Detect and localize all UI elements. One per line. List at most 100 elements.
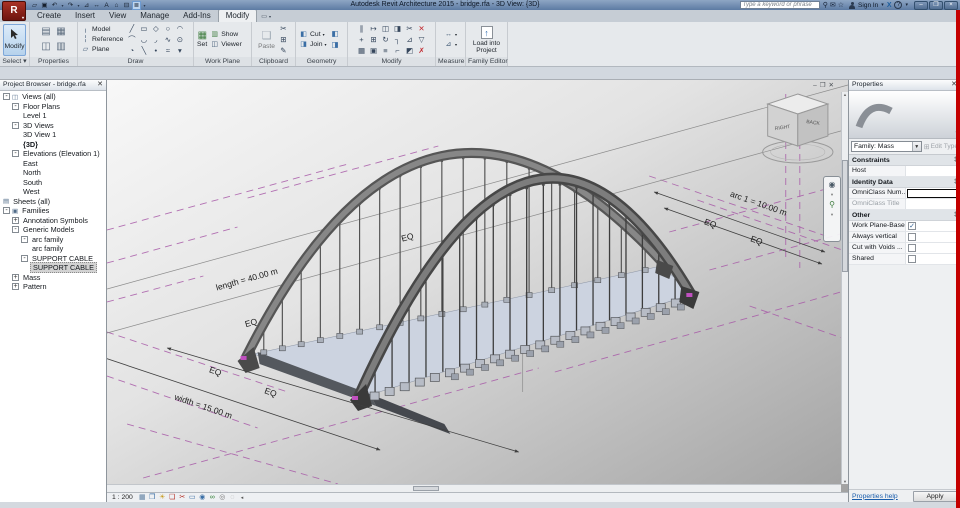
sun-path-icon[interactable]: ☀ (158, 493, 167, 502)
draw-model-button[interactable]: ╷ Model (81, 25, 123, 34)
draw-tool-tangent-arc-icon[interactable]: ◡ (138, 35, 149, 45)
viewport-close-icon[interactable]: ✕ (829, 82, 834, 89)
sign-in-button[interactable]: Sign In (858, 2, 878, 9)
draw-tool-center-ends-arc-icon[interactable]: ⌒ (126, 35, 137, 45)
cut-geometry-button[interactable]: ◧ Cut ▾ (299, 30, 326, 39)
draw-tool-pick-lines-icon[interactable]: ╲ (138, 46, 149, 56)
modify-tool-mirror-pick-icon[interactable]: ◨ (392, 24, 403, 34)
ribbon-display-arrow-icon[interactable]: ▾ (269, 14, 271, 19)
tree-item-south[interactable]: South (0, 178, 106, 188)
dropdown-icon[interactable]: ▾ (455, 30, 457, 39)
favorites-icon[interactable]: ☆ (838, 2, 844, 9)
show-work-plane-button[interactable]: ▥ Show (210, 30, 242, 39)
set-work-plane-button[interactable]: ▦ Set (197, 30, 207, 49)
tab-manage[interactable]: Manage (133, 10, 176, 22)
qat-measure-icon[interactable]: ⊿ (82, 1, 91, 10)
collapse-icon[interactable]: - (12, 226, 19, 234)
paste-button[interactable]: ❑ Paste (258, 29, 275, 50)
search-input[interactable] (739, 1, 820, 9)
tree-item-east[interactable]: East (0, 159, 106, 169)
draw-tool-spline-icon[interactable]: ∿ (162, 35, 173, 45)
tree-item-support-cable[interactable]: SUPPORT CABLE (0, 262, 106, 274)
modify-tool-mirror-axis-icon[interactable]: ◫ (380, 24, 391, 34)
tree-item-arc-family[interactable]: arc family (0, 244, 106, 254)
minimize-button[interactable]: – (914, 0, 928, 10)
edit-type-button[interactable]: ⊞ Edit Type (924, 143, 958, 151)
visual-style-icon[interactable]: ❒ (148, 493, 157, 502)
apply-button[interactable]: Apply (913, 490, 957, 502)
scroll-up-icon[interactable]: ▲ (842, 92, 848, 97)
crop-view-icon[interactable]: ✂ (178, 493, 187, 502)
collapse-icon[interactable]: - (12, 150, 19, 158)
collapse-icon[interactable]: - (12, 121, 19, 129)
tab-create[interactable]: Create (30, 10, 68, 22)
horizontal-scroll-thumb[interactable] (413, 486, 439, 491)
modify-tool-scale-icon[interactable]: ⊿ (404, 35, 415, 45)
modify-tool-trim-icon[interactable]: ┐ (392, 35, 403, 45)
properties-palette-icon[interactable]: ◫ (39, 40, 53, 54)
show-crop-region-icon[interactable]: ▭ (188, 493, 197, 502)
draw-tool-rectangle-icon[interactable]: ▭ (138, 24, 149, 34)
properties-header[interactable]: Properties ✕ (849, 80, 960, 91)
draw-tool-partial-ellipse-icon[interactable]: ◔ (126, 46, 137, 56)
project-browser-header[interactable]: Project Browser - bridge.rfa ✕ (0, 80, 106, 91)
modify-tool-split-icon[interactable]: ✂ (404, 24, 415, 34)
help-arrow-icon[interactable]: ▾ (905, 1, 908, 10)
family-type-selector[interactable]: Family: Mass ▼ (851, 141, 922, 152)
tree-item-arc-family[interactable]: - arc family (0, 235, 106, 245)
tree-item-families[interactable]: - ▣ Families (0, 206, 106, 216)
analysis-display-icon[interactable]: ◌ (228, 493, 237, 502)
expand-icon[interactable]: + (12, 216, 19, 224)
qat-undo-drop-icon[interactable]: ▾ (60, 1, 65, 10)
modify-tool-unpin-icon[interactable]: ✗ (416, 46, 427, 56)
qat-redo-icon[interactable]: ↷ (66, 1, 75, 10)
modify-tool-align-icon[interactable]: ∥ (356, 24, 367, 34)
qat-open-icon[interactable]: ▱ (30, 1, 39, 10)
draw-tool-line-icon[interactable]: ╱ (126, 24, 137, 34)
qat-save-icon[interactable]: ▣ (40, 1, 49, 10)
draw-tool-point-icon[interactable]: • (150, 46, 161, 56)
tree-item-sheets-all-[interactable]: ▤ Sheets (all) (0, 197, 106, 207)
steering-wheel-icon[interactable]: ◉ (829, 180, 836, 189)
draw-plane-button[interactable]: ▱ Plane (81, 45, 123, 54)
application-menu-button[interactable]: R ▾ (2, 1, 26, 21)
qat-text-icon[interactable]: A (102, 1, 111, 10)
family-parameters-icon[interactable]: ▥ (54, 40, 68, 54)
collapse-icon[interactable]: - (12, 102, 19, 110)
viewport-minimize-icon[interactable]: – (813, 82, 817, 89)
navigation-bar[interactable]: ◉ ▾ ⚲ ▾ (823, 176, 841, 242)
tree-item-elevations-elevation-1-[interactable]: - Elevations (Elevation 1) (0, 149, 106, 159)
dropdown-icon[interactable]: ▾ (455, 40, 457, 49)
qat-customize-qat-icon[interactable]: ▾ (142, 1, 147, 10)
search-icon[interactable]: ⚲ (823, 2, 828, 9)
join-geometry-icon-small-icon[interactable]: ◨ (329, 40, 340, 50)
view-cube[interactable]: RIGHT BACK (762, 93, 834, 164)
property-value[interactable] (906, 254, 960, 264)
draw-tool-fillet-arc-icon[interactable]: ◞ (150, 35, 161, 45)
viewer-button[interactable]: ◫ Viewer (210, 40, 241, 49)
horizontal-scrollbar[interactable] (107, 484, 841, 492)
qat-redo-drop-icon[interactable]: ▾ (76, 1, 81, 10)
expand-icon[interactable]: + (12, 273, 19, 281)
checkbox[interactable] (908, 255, 916, 263)
property-value[interactable] (906, 188, 960, 198)
property-value[interactable]: ✓ (906, 221, 960, 231)
collapse-icon[interactable]: - (3, 93, 10, 101)
detail-level-icon[interactable]: ▦ (138, 493, 147, 502)
checkbox[interactable] (908, 244, 916, 252)
modify-tool-rotate-icon[interactable]: ↻ (380, 35, 391, 45)
collapse-icon[interactable]: - (21, 254, 28, 262)
tab-view[interactable]: View (102, 10, 133, 22)
drawing-area[interactable]: length = 40.00 m EQ EQ arc 1 = 10.00 m E… (107, 80, 848, 502)
zoom-icon[interactable]: ⚲ (829, 200, 835, 209)
selector-dropdown-icon[interactable]: ▼ (911, 142, 921, 151)
qat-section-icon[interactable]: ⊟ (122, 1, 131, 10)
property-value[interactable] (906, 232, 960, 242)
bridge-3d-view[interactable]: length = 40.00 m EQ EQ arc 1 = 10.00 m E… (107, 80, 848, 484)
draw-reference-button[interactable]: ╎ Reference (81, 35, 123, 44)
communication-center-icon[interactable]: ✉ (830, 2, 836, 9)
tree-item-mass[interactable]: + Mass (0, 273, 106, 283)
viewport-restore-icon[interactable]: ❐ (820, 82, 826, 89)
tree-item-level-1[interactable]: Level 1 (0, 111, 106, 121)
steering-wheel-arrow-icon[interactable]: ▾ (831, 190, 833, 199)
